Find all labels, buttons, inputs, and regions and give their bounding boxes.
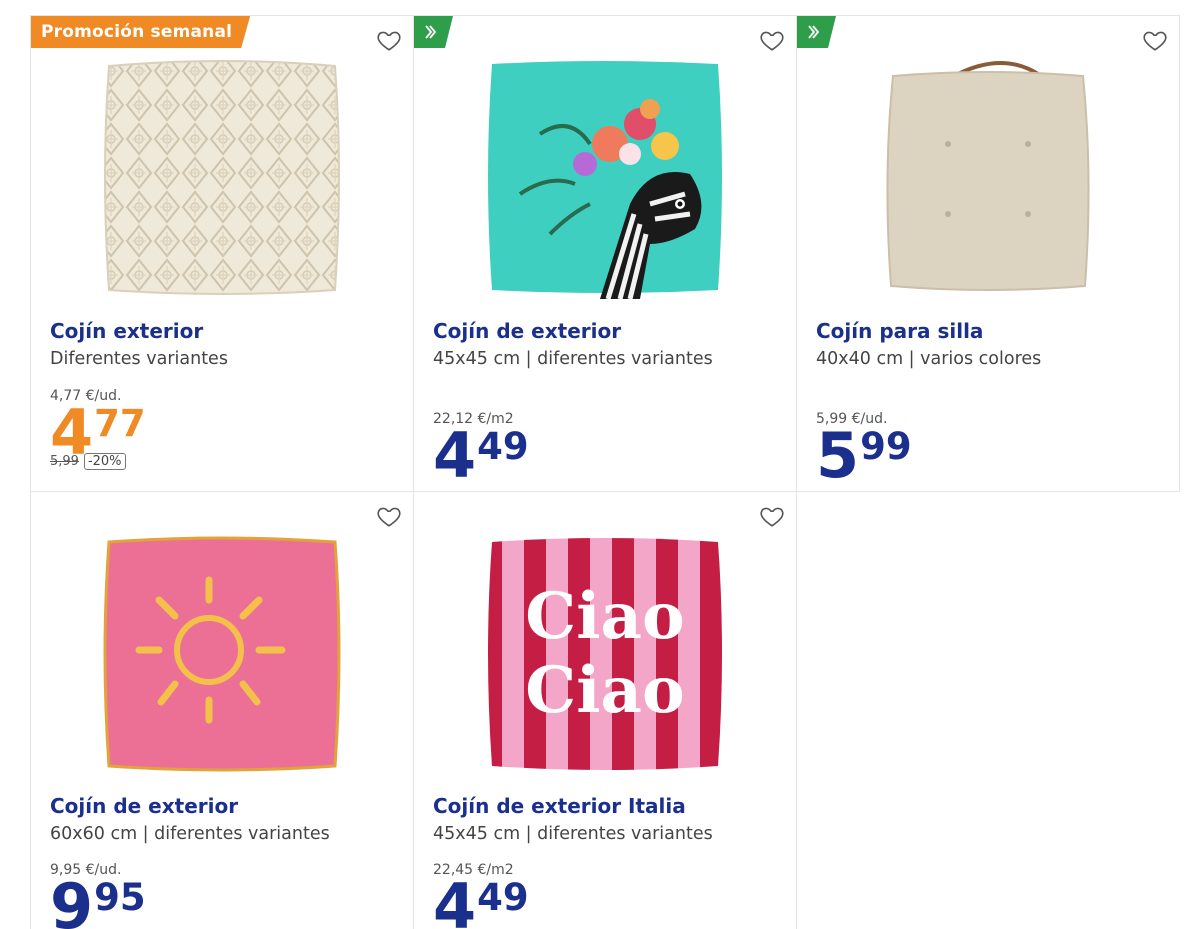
product-subtitle: Diferentes variantes [50,349,228,369]
favorite-heart-icon[interactable] [759,27,785,53]
product-title[interactable]: Cojín de exterior [433,319,621,343]
price-decimals: 49 [477,425,529,468]
favorite-heart-icon[interactable] [376,503,402,529]
favorite-heart-icon[interactable] [376,27,402,53]
product-subtitle: 60x60 cm | diferentes variantes [50,824,330,844]
product-image-sun-cushion[interactable] [97,530,347,775]
price: 4 49 [433,425,529,487]
price-decimals: 95 [94,876,146,919]
price-integer: 4 [433,870,476,929]
product-title[interactable]: Cojín para silla [816,319,983,343]
product-image-macrame-cushion[interactable] [97,54,347,299]
image-text-line-1: Ciao [525,579,684,654]
product-title[interactable]: Cojín de exterior [50,794,238,818]
product-card[interactable]: Promoción semanal Cojín exterior Diferen… [30,15,414,492]
product-card[interactable]: Cojín de exterior 60x60 cm | diferentes … [30,491,414,929]
product-image-zebra-cushion[interactable] [480,54,730,299]
favorite-heart-icon[interactable] [1142,27,1168,53]
old-price: 5,99 [50,454,79,469]
price-decimals: 49 [477,876,529,919]
price-decimals: 77 [94,402,146,445]
product-image-chair-cushion[interactable] [863,54,1113,299]
product-card[interactable]: Cojín de exterior 45x45 cm | diferentes … [413,15,797,492]
product-image-ciao-cushion[interactable]: Ciao Ciao [480,530,730,775]
price-decimals: 99 [860,425,912,468]
product-subtitle: 40x40 cm | varios colores [816,349,1042,369]
product-card[interactable]: Ciao Ciao Cojín de exterior Italia 45x45… [413,491,797,929]
product-subtitle: 45x45 cm | diferentes variantes [433,349,713,369]
discount-badge: -20% [83,453,126,470]
product-grid: Promoción semanal Cojín exterior Diferen… [30,15,1181,929]
product-title[interactable]: Cojín exterior [50,319,203,343]
price: 9 95 [50,876,146,929]
price-integer: 5 [816,419,859,492]
image-text-line-2: Ciao [525,653,684,728]
speed-lines-icon [423,24,439,40]
old-price-row: 5,99 -20% [50,453,126,470]
product-title[interactable]: Cojín de exterior Italia [433,794,686,818]
product-card[interactable]: Cojín para silla 40x40 cm | varios color… [796,15,1180,492]
favorite-heart-icon[interactable] [759,503,785,529]
promo-badge: Promoción semanal [31,16,250,48]
fast-delivery-badge [414,16,453,48]
price-integer: 4 [433,419,476,492]
price-integer: 9 [50,870,93,929]
speed-lines-icon [806,24,822,40]
product-subtitle: 45x45 cm | diferentes variantes [433,824,713,844]
price: 5 99 [816,425,912,487]
price: 4 49 [433,876,529,929]
fast-delivery-badge [797,16,836,48]
